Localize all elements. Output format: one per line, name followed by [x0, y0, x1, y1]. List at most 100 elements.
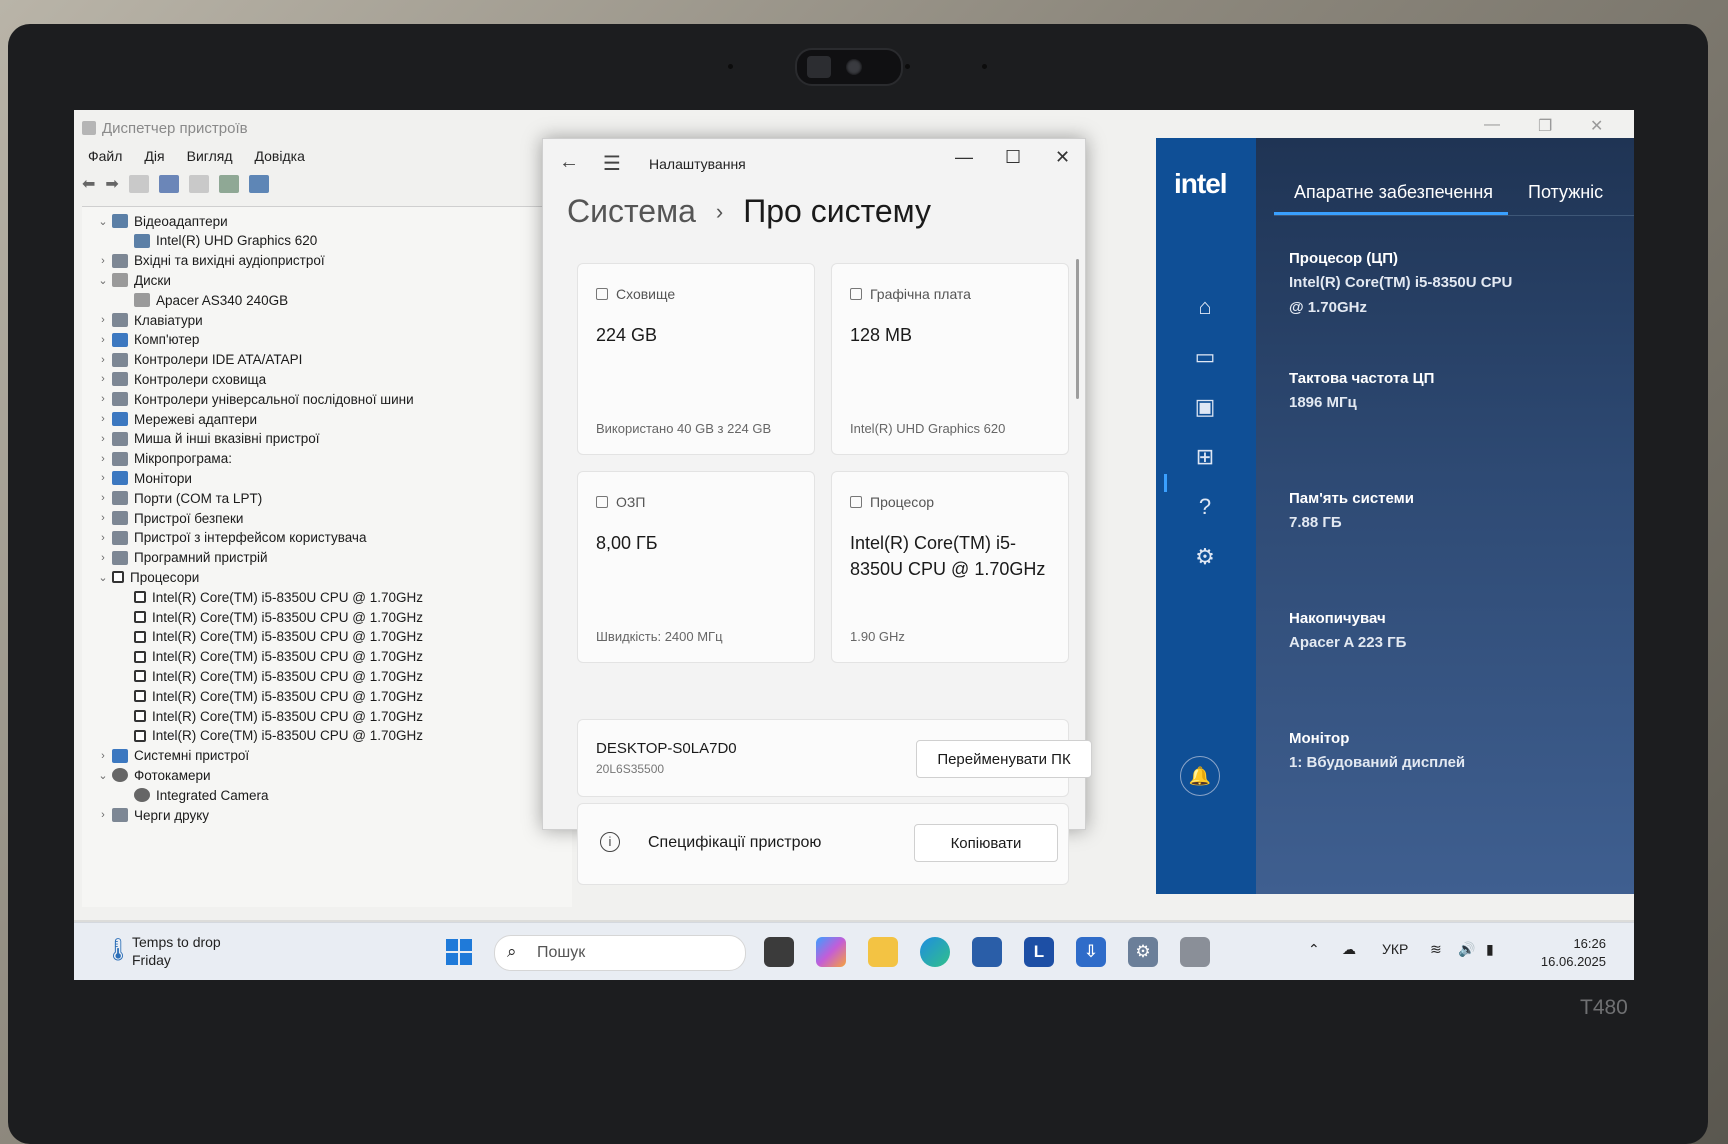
- chevron-right-icon[interactable]: ›: [96, 492, 110, 504]
- maximize-button[interactable]: ☐: [1005, 147, 1021, 168]
- minimize-button[interactable]: —: [955, 147, 973, 168]
- lenovo-app-icon[interactable]: L: [1024, 937, 1054, 967]
- edge-icon[interactable]: [920, 937, 950, 967]
- chevron-right-icon[interactable]: ›: [96, 809, 110, 821]
- processor-card[interactable]: Процесор Intel(R) Core(TM) i5-8350U CPU …: [831, 471, 1069, 663]
- hamburger-menu-icon[interactable]: ☰: [603, 151, 621, 176]
- settings-gear-icon[interactable]: ⚙: [1128, 937, 1158, 967]
- language-indicator[interactable]: УКР: [1382, 941, 1408, 957]
- tab-hardware[interactable]: Апаратне забезпечення: [1294, 182, 1493, 203]
- tree-item[interactable]: › Контролери IDE ATA/ATAPI: [96, 350, 302, 370]
- menu-help[interactable]: Довідка: [255, 148, 305, 164]
- file-explorer-icon[interactable]: [868, 937, 898, 967]
- monitor-icon[interactable]: [248, 175, 269, 193]
- forward-arrow-icon[interactable]: ➡: [105, 174, 118, 194]
- minimize-button[interactable]: —: [1484, 116, 1500, 134]
- tree-item[interactable]: ⌄ Процесори: [96, 567, 199, 587]
- tab-power[interactable]: Потужніс: [1528, 182, 1603, 203]
- chevron-down-icon[interactable]: ⌄: [96, 215, 110, 228]
- chevron-right-icon[interactable]: ›: [96, 373, 110, 385]
- tree-item[interactable]: › Миша й інші вказівні пристрої: [96, 429, 319, 449]
- chevron-down-icon[interactable]: ⌄: [96, 769, 110, 782]
- help-icon[interactable]: ?: [1190, 492, 1220, 522]
- tree-item[interactable]: Intel(R) Core(TM) i5-8350U CPU @ 1.70GHz: [118, 686, 423, 706]
- store-icon[interactable]: [972, 937, 1002, 967]
- storage-card[interactable]: Сховище 224 GB Використано 40 GB з 224 G…: [577, 263, 815, 455]
- chevron-right-icon[interactable]: ›: [96, 512, 110, 524]
- chevron-right-icon[interactable]: ›: [96, 472, 110, 484]
- tree-item[interactable]: › Програмний пристрій: [96, 548, 267, 568]
- chevron-right-icon[interactable]: ›: [96, 393, 110, 405]
- tree-item[interactable]: ⌄ Диски: [96, 270, 171, 290]
- weather-widget[interactable]: 🌡 Temps to drop Friday: [104, 933, 221, 969]
- tree-item[interactable]: › Системні пристрої: [96, 746, 249, 766]
- chevron-right-icon[interactable]: ›: [96, 552, 110, 564]
- tree-item[interactable]: Intel(R) Core(TM) i5-8350U CPU @ 1.70GHz: [118, 706, 423, 726]
- chevron-down-icon[interactable]: ⌄: [96, 571, 110, 584]
- tree-item[interactable]: › Контролери сховища: [96, 369, 266, 389]
- tree-item[interactable]: Intel(R) Core(TM) i5-8350U CPU @ 1.70GHz: [118, 647, 423, 667]
- tree-item[interactable]: Intel(R) Core(TM) i5-8350U CPU @ 1.70GHz: [118, 726, 423, 746]
- start-button[interactable]: [446, 939, 472, 965]
- tree-item[interactable]: Intel(R) Core(TM) i5-8350U CPU @ 1.70GHz: [118, 607, 423, 627]
- copilot-icon[interactable]: [816, 937, 846, 967]
- bell-icon[interactable]: 🔔: [1180, 756, 1220, 796]
- onedrive-icon[interactable]: ☁: [1342, 941, 1356, 958]
- copy-button[interactable]: Копіювати: [914, 824, 1058, 862]
- menu-action[interactable]: Дія: [144, 148, 164, 164]
- tree-item[interactable]: › Пристрої безпеки: [96, 508, 243, 528]
- back-arrow-icon[interactable]: ←: [559, 151, 579, 174]
- chevron-right-icon[interactable]: ›: [96, 334, 110, 346]
- tree-item[interactable]: › Контролери універсальної послідовної ши…: [96, 389, 413, 409]
- rename-pc-button[interactable]: Перейменувати ПК: [916, 740, 1092, 778]
- grid-icon[interactable]: ⊞: [1190, 442, 1220, 472]
- tree-item[interactable]: › Монітори: [96, 468, 192, 488]
- tree-item[interactable]: Intel(R) UHD Graphics 620: [118, 231, 317, 251]
- tree-item[interactable]: › Комп'ютер: [96, 330, 199, 350]
- chevron-right-icon[interactable]: ›: [96, 532, 110, 544]
- tree-item[interactable]: Apacer AS340 240GB: [118, 290, 288, 310]
- close-button[interactable]: ✕: [1590, 116, 1603, 136]
- menu-file[interactable]: Файл: [88, 148, 122, 164]
- chevron-right-icon[interactable]: ›: [96, 433, 110, 445]
- chevron-right-icon[interactable]: ›: [96, 255, 110, 267]
- tree-item[interactable]: › Порти (COM та LPT): [96, 488, 262, 508]
- install-app-icon[interactable]: ⇩: [1076, 937, 1106, 967]
- wifi-icon[interactable]: ≋: [1430, 941, 1442, 958]
- gear-icon[interactable]: ⚙: [1190, 542, 1220, 572]
- chevron-down-icon[interactable]: ⌄: [96, 274, 110, 287]
- chevron-right-icon[interactable]: ›: [96, 750, 110, 762]
- device-specs-row[interactable]: i Специфікації пристрою Копіювати: [577, 803, 1069, 885]
- restore-button[interactable]: ❐: [1538, 116, 1552, 136]
- breadcrumb-parent[interactable]: Система: [567, 193, 696, 230]
- device-manager-taskbar-icon[interactable]: [1180, 937, 1210, 967]
- view-icon[interactable]: [188, 175, 209, 193]
- tree-item[interactable]: Intel(R) Core(TM) i5-8350U CPU @ 1.70GHz: [118, 587, 423, 607]
- back-arrow-icon[interactable]: ⬅: [82, 174, 95, 194]
- tree-item[interactable]: › Клавіатури: [96, 310, 202, 330]
- display-icon[interactable]: ▭: [1190, 342, 1220, 372]
- chevron-right-icon[interactable]: ›: [96, 354, 110, 366]
- chevron-right-icon[interactable]: ›: [96, 453, 110, 465]
- chevron-right-icon[interactable]: ›: [96, 314, 110, 326]
- chevron-up-icon[interactable]: ⌃: [1308, 941, 1320, 958]
- ram-card[interactable]: ОЗП 8,00 ГБ Швидкість: 2400 МГц: [577, 471, 815, 663]
- scan-hardware-icon[interactable]: [218, 175, 239, 193]
- close-button[interactable]: ✕: [1055, 147, 1070, 168]
- clock[interactable]: 16:26 16.06.2025: [1526, 935, 1606, 971]
- properties-icon[interactable]: [128, 175, 149, 193]
- help-icon[interactable]: [158, 175, 179, 193]
- tree-item[interactable]: Intel(R) Core(TM) i5-8350U CPU @ 1.70GHz: [118, 666, 423, 686]
- scrollbar[interactable]: [1076, 259, 1079, 399]
- tree-item[interactable]: Intel(R) Core(TM) i5-8350U CPU @ 1.70GHz: [118, 627, 423, 647]
- tree-item[interactable]: › Пристрої з інтерфейсом користувача: [96, 528, 366, 548]
- volume-icon[interactable]: 🔊: [1458, 941, 1475, 958]
- tree-item[interactable]: ⌄ Фотокамери: [96, 765, 210, 785]
- graphics-card[interactable]: Графічна плата 128 MB Intel(R) UHD Graph…: [831, 263, 1069, 455]
- taskbar-search[interactable]: ⌕ Пошук: [494, 935, 746, 971]
- tree-item[interactable]: › Черги друку: [96, 805, 209, 825]
- task-view-icon[interactable]: [764, 937, 794, 967]
- video-icon[interactable]: ▣: [1190, 392, 1220, 422]
- tree-item[interactable]: ⌄ Відеоадаптери: [96, 211, 227, 231]
- chevron-right-icon[interactable]: ›: [96, 413, 110, 425]
